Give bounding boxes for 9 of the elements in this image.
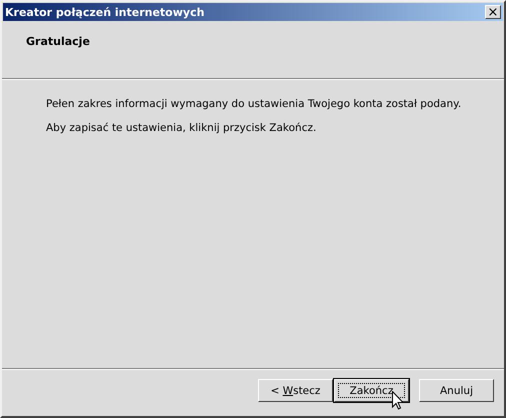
wizard-button[interactable]: < Wstecz (258, 379, 333, 402)
wizard-button[interactable]: Anuluj (419, 379, 494, 402)
close-button[interactable]: × (485, 5, 501, 19)
window-title: Kreator połączeń internetowych (5, 6, 204, 18)
info-text: Aby zapisać te ustawienia, kliknij przycisk Zakończ. (46, 122, 318, 134)
wizard-button[interactable]: Zakończ (334, 379, 409, 402)
page-title: Gratulacje (26, 35, 91, 48)
info-text: Pełen zakres informacji wymagany do ustawienia Twojego konta został podany. (46, 98, 462, 110)
cursor-icon (392, 391, 404, 410)
